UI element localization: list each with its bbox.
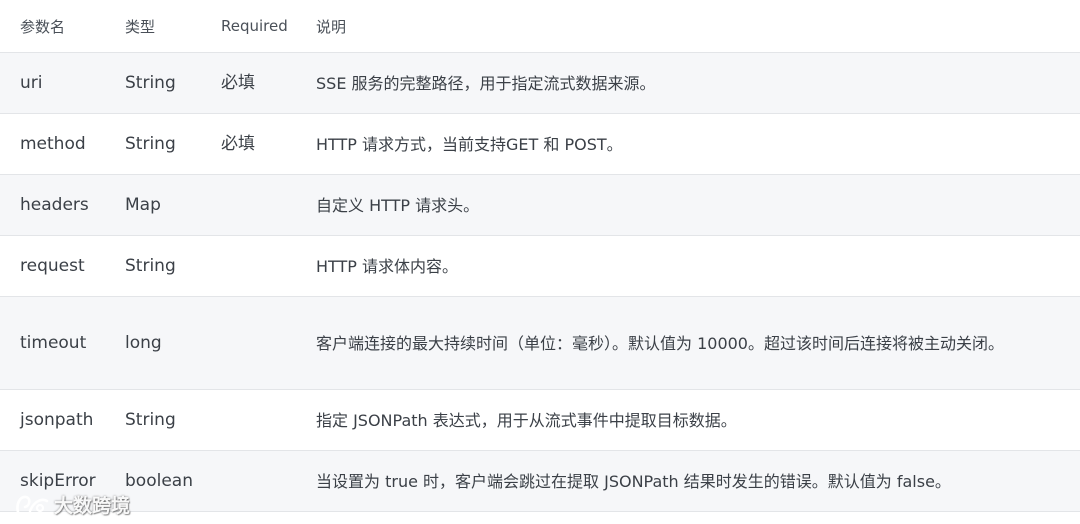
param-description: 当设置为 true 时，客户端会跳过在提取 JSONPath 结果时发生的错误。…: [296, 450, 1080, 512]
param-description: HTTP 请求体内容。: [296, 235, 1080, 297]
param-required: [201, 389, 296, 451]
param-type: String: [105, 389, 201, 451]
param-name: method: [0, 113, 105, 175]
header-row: 参数名 类型 Required 说明: [0, 0, 1080, 53]
table-row: method String 必填 HTTP 请求方式，当前支持GET 和 POS…: [0, 113, 1080, 175]
param-name: jsonpath: [0, 389, 105, 451]
header-required: Required: [201, 0, 296, 53]
param-description: 客户端连接的最大持续时间（单位：毫秒）。默认值为 10000。超过该时间后连接将…: [296, 296, 1080, 390]
param-name: headers: [0, 174, 105, 236]
param-required: [201, 450, 296, 512]
header-param-name: 参数名: [0, 0, 105, 53]
param-name: timeout: [0, 296, 105, 390]
table-row: headers Map 自定义 HTTP 请求头。: [0, 174, 1080, 236]
table-header: 参数名 类型 Required 说明: [0, 0, 1080, 53]
param-description: HTTP 请求方式，当前支持GET 和 POST。: [296, 113, 1080, 175]
param-required: [201, 174, 296, 236]
param-required: 必填: [201, 52, 296, 114]
param-type: boolean: [105, 450, 201, 512]
table-row: skipError boolean 当设置为 true 时，客户端会跳过在提取 …: [0, 450, 1080, 512]
parameter-table: 参数名 类型 Required 说明 uri String 必填 SSE 服务的…: [0, 0, 1080, 512]
header-description: 说明: [296, 0, 1080, 53]
param-type: String: [105, 113, 201, 175]
param-required: [201, 235, 296, 297]
param-name: uri: [0, 52, 105, 114]
param-required: 必填: [201, 113, 296, 175]
header-type: 类型: [105, 0, 201, 53]
table-row: uri String 必填 SSE 服务的完整路径，用于指定流式数据来源。: [0, 52, 1080, 114]
table-row: jsonpath String 指定 JSONPath 表达式，用于从流式事件中…: [0, 389, 1080, 451]
param-description: 指定 JSONPath 表达式，用于从流式事件中提取目标数据。: [296, 389, 1080, 451]
param-description: 自定义 HTTP 请求头。: [296, 174, 1080, 236]
param-type: Map: [105, 174, 201, 236]
param-type: long: [105, 296, 201, 390]
table-body: uri String 必填 SSE 服务的完整路径，用于指定流式数据来源。 me…: [0, 52, 1080, 512]
table-row: request String HTTP 请求体内容。: [0, 235, 1080, 297]
param-name: skipError: [0, 450, 105, 512]
param-type: String: [105, 52, 201, 114]
param-description: SSE 服务的完整路径，用于指定流式数据来源。: [296, 52, 1080, 114]
param-required: [201, 296, 296, 390]
param-name: request: [0, 235, 105, 297]
param-type: String: [105, 235, 201, 297]
table-row: timeout long 客户端连接的最大持续时间（单位：毫秒）。默认值为 10…: [0, 296, 1080, 390]
